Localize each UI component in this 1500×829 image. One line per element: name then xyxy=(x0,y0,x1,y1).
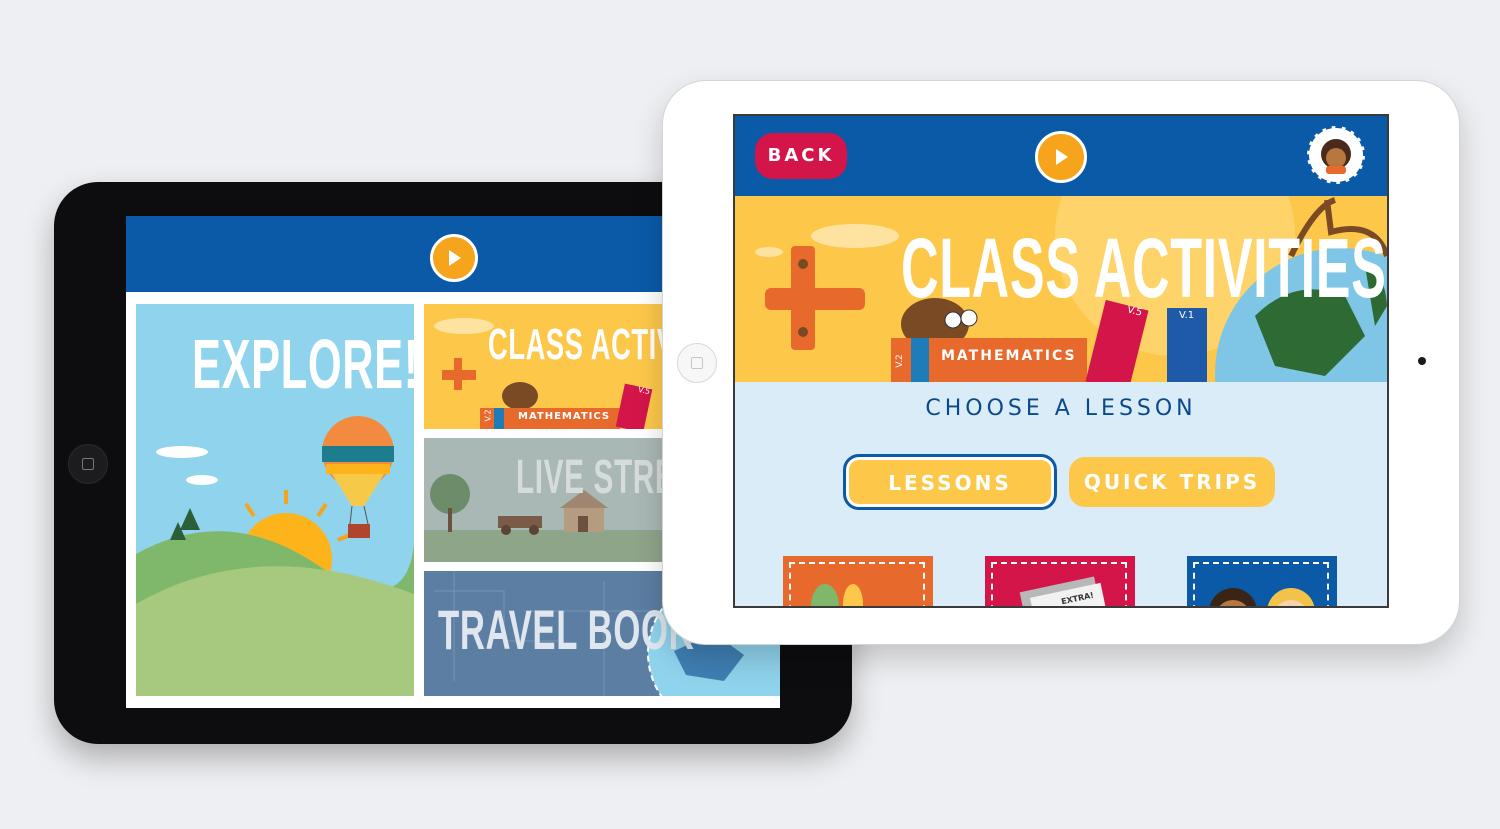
user-avatar[interactable] xyxy=(1307,126,1365,184)
book-version-label: V.2 xyxy=(894,354,905,368)
play-compass-icon[interactable] xyxy=(1035,131,1087,183)
corn-icon xyxy=(811,584,863,606)
mathematics-book-label: MATHEMATICS xyxy=(518,411,611,422)
tablet-right-screen: BACK CLASS ACTIVITIES MATHEMATICS V.2 V.… xyxy=(733,114,1389,608)
camera-icon xyxy=(1418,357,1426,365)
play-compass-icon[interactable] xyxy=(430,234,478,282)
lesson-card[interactable] xyxy=(1187,556,1337,606)
choose-lesson-heading: CHOOSE A LESSON xyxy=(925,396,1197,421)
book-version-label: V.2 xyxy=(483,409,493,422)
mathematics-book-label: MATHEMATICS xyxy=(941,348,1077,364)
explore-tile[interactable]: EXPLORE! xyxy=(136,304,414,696)
lesson-card[interactable] xyxy=(783,556,933,606)
tablet-right: BACK CLASS ACTIVITIES MATHEMATICS V.2 V.… xyxy=(662,80,1460,645)
class-activities-banner: CLASS ACTIVITIES MATHEMATICS V.2 V.5 V.1 xyxy=(735,196,1387,382)
travel-book-title: TRAVEL BOOK xyxy=(438,598,695,661)
avatar-face-icon xyxy=(1321,139,1351,174)
home-button[interactable] xyxy=(68,444,108,484)
tab-lessons[interactable]: LESSONS xyxy=(843,454,1057,510)
lesson-card[interactable]: EXTRA! xyxy=(985,556,1135,606)
tab-quick-trips[interactable]: QUICK TRIPS xyxy=(1069,457,1275,507)
back-button[interactable]: BACK xyxy=(755,133,847,179)
home-button[interactable] xyxy=(677,343,717,383)
kids-faces-icon xyxy=(1209,588,1315,606)
book-version-label: V.1 xyxy=(1179,310,1195,321)
explore-title: EXPLORE! xyxy=(192,325,414,403)
class-activities-title: CLASS ACTIVITIES xyxy=(901,221,1387,315)
